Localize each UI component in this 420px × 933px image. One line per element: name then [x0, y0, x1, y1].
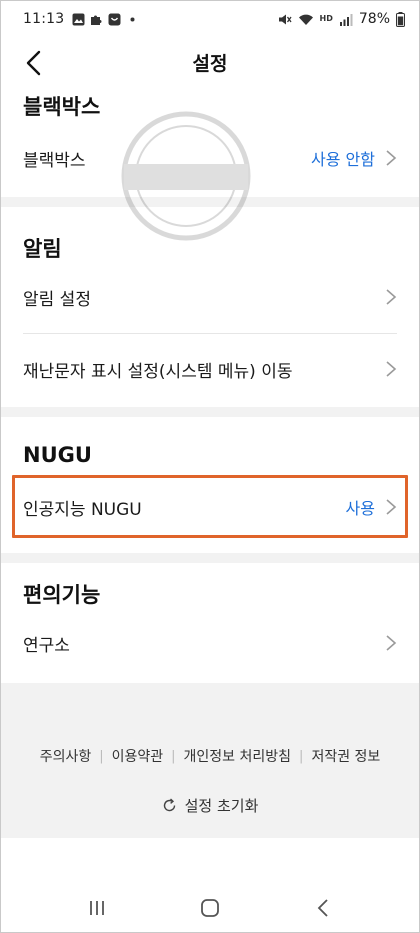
- section-title-convenience: 편의기능: [23, 583, 101, 607]
- section-gap: [1, 197, 419, 207]
- network-label: HD: [319, 14, 333, 23]
- row-label: 연구소: [23, 635, 70, 656]
- section-blackbox: 블랙박스 블랙박스 사용 안함: [1, 87, 419, 197]
- row-divider: [23, 333, 397, 334]
- link-separator: |: [299, 748, 304, 764]
- section-gap: [1, 553, 419, 563]
- row-lab[interactable]: 연구소: [1, 617, 419, 669]
- reset-label: 설정 초기화: [184, 797, 259, 815]
- chevron-right-icon: [386, 361, 397, 377]
- signal-icon: [339, 13, 353, 26]
- system-icons: HD 78%: [277, 11, 405, 27]
- row-disaster-message-settings[interactable]: 재난문자 표시 설정(시스템 메뉴) 이동: [1, 343, 419, 395]
- section-gap: [1, 407, 419, 417]
- status-bar: 11:13 HD 78%: [1, 1, 419, 37]
- row-label: 블랙박스: [23, 150, 86, 171]
- link-notice[interactable]: 주의사항: [40, 746, 92, 766]
- back-icon: [317, 898, 328, 917]
- reset-settings-button[interactable]: 설정 초기화: [1, 795, 419, 816]
- system-nav-bar: [1, 881, 419, 932]
- chevron-right-icon: [386, 289, 397, 305]
- dot-icon: [130, 17, 135, 21]
- row-blackbox[interactable]: 블랙박스 사용 안함: [1, 133, 419, 183]
- link-copyright[interactable]: 저작권 정보: [311, 746, 380, 766]
- chevron-right-icon: [386, 150, 397, 166]
- row-value: 사용 안함: [311, 150, 375, 169]
- link-terms[interactable]: 이용약관: [112, 746, 164, 766]
- status-time: 11:13: [23, 11, 65, 27]
- section-convenience: 편의기능 연구소: [1, 563, 419, 683]
- row-label: 알림 설정: [23, 289, 91, 310]
- phone-screen: 11:13 HD 78% 설정 블랙박스 블랙박스 사용 안함 알림 알림 설정…: [0, 0, 420, 933]
- back-nav-button[interactable]: [303, 888, 343, 928]
- puzzle-icon: [91, 15, 102, 25]
- section-alarm: 알림 알림 설정 재난문자 표시 설정(시스템 메뉴) 이동: [1, 207, 419, 407]
- section-title-blackbox: 블랙박스: [23, 95, 101, 119]
- link-privacy[interactable]: 개인정보 처리방침: [184, 746, 292, 766]
- row-ai-nugu[interactable]: 인공지능 NUGU 사용: [1, 481, 419, 533]
- notification-icons: [72, 13, 139, 26]
- battery-icon: [396, 11, 405, 27]
- section-title-nugu: NUGU: [23, 443, 92, 467]
- footer-links: 주의사항 | 이용약관 | 개인정보 처리방침 | 저작권 정보: [1, 746, 419, 766]
- link-separator: |: [171, 748, 176, 764]
- battery-percent: 78%: [358, 11, 390, 27]
- chevron-left-icon: [26, 50, 41, 76]
- row-alarm-settings[interactable]: 알림 설정: [1, 271, 419, 323]
- chevron-right-icon: [386, 635, 397, 651]
- section-title-alarm: 알림: [23, 237, 62, 261]
- row-value: 사용: [345, 499, 375, 518]
- gallery-icon: [72, 13, 85, 25]
- app-notification-icon: [108, 13, 121, 25]
- row-label: 인공지능 NUGU: [23, 499, 142, 520]
- page-title: 설정: [192, 52, 228, 75]
- recents-icon: [90, 900, 105, 915]
- home-icon: [201, 898, 219, 917]
- app-header: 설정: [1, 37, 419, 87]
- link-separator: |: [99, 748, 104, 764]
- wifi-icon: [298, 14, 313, 25]
- refresh-icon: [163, 798, 175, 812]
- section-nugu: NUGU 인공지능 NUGU 사용: [1, 417, 419, 553]
- recent-apps-button[interactable]: [77, 888, 117, 928]
- home-button[interactable]: [190, 888, 230, 928]
- chevron-right-icon: [386, 499, 397, 515]
- row-label: 재난문자 표시 설정(시스템 메뉴) 이동: [23, 361, 293, 382]
- back-button[interactable]: [19, 49, 47, 77]
- mute-icon: [278, 14, 292, 24]
